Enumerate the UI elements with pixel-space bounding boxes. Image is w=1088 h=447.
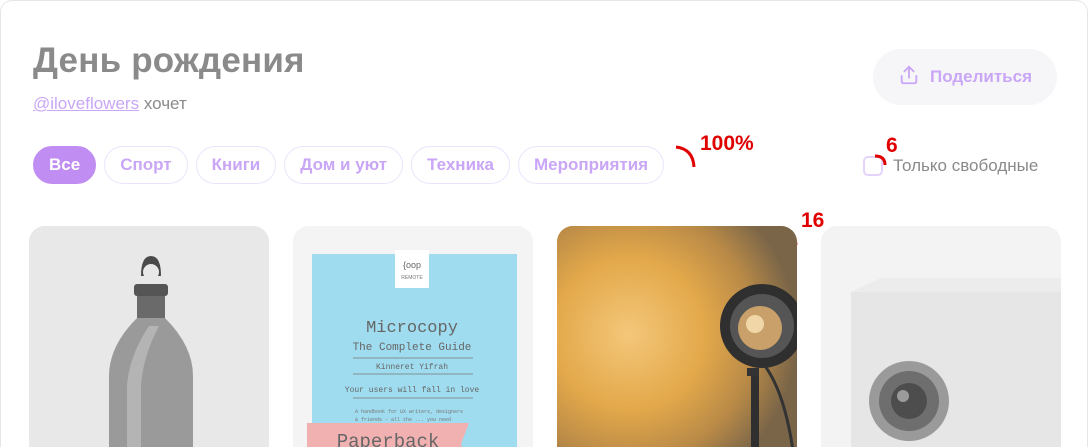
- category-filter-bar: Все Спорт Книги Дом и уют Техника Меропр…: [33, 146, 665, 184]
- wishlist-page: День рождения @iloveflowers хочет Подели…: [0, 0, 1088, 447]
- chip-radius-marker: [675, 145, 696, 168]
- username-link[interactable]: @iloveflowers: [33, 94, 139, 113]
- page-title: День рождения: [33, 41, 305, 80]
- projector-image: [821, 226, 1061, 447]
- product-card-sunset-lamp[interactable]: [557, 226, 797, 447]
- bottle-image: [29, 226, 269, 447]
- book-brand-sub: REMOTE: [401, 275, 423, 281]
- share-label: Поделиться: [929, 67, 1033, 86]
- chip-events[interactable]: Мероприятия: [517, 146, 665, 184]
- product-card-projector[interactable]: [821, 226, 1061, 447]
- sunset-lamp-image: [557, 226, 797, 447]
- share-icon: [898, 64, 920, 91]
- book-tagline: Your users will fall in love: [345, 386, 480, 395]
- book-brand: {oop: [403, 260, 421, 270]
- only-free-filter[interactable]: Только свободные: [863, 156, 1038, 176]
- book-ribbon: Paperback: [337, 431, 440, 447]
- checkbox-radius-annotation: 6: [886, 134, 898, 157]
- book-line-a: A handbook for UX writers, designers: [355, 409, 463, 415]
- chip-tech[interactable]: Техника: [411, 146, 510, 184]
- only-free-label: Только свободные: [893, 156, 1039, 175]
- book-line-b: & friends - all the ... you need: [355, 417, 451, 423]
- chip-books[interactable]: Книги: [195, 146, 277, 184]
- chip-all[interactable]: Все: [33, 146, 97, 184]
- subtitle: @iloveflowers хочет: [33, 94, 187, 114]
- chip-home[interactable]: Дом и уют: [284, 146, 404, 184]
- chip-radius-annotation: 100%: [700, 132, 754, 155]
- share-button[interactable]: Поделиться: [873, 49, 1057, 105]
- product-card-bottle[interactable]: [29, 226, 269, 447]
- wants-text: хочет: [143, 94, 187, 113]
- book-cover-image: {oop REMOTE Microcopy The Complete Guide…: [293, 226, 533, 447]
- book-author: Kinneret Yifrah: [376, 363, 448, 372]
- chip-sport[interactable]: Спорт: [104, 146, 188, 184]
- book-subtitle: The Complete Guide: [353, 342, 472, 354]
- product-card-book[interactable]: {oop REMOTE Microcopy The Complete Guide…: [293, 226, 533, 447]
- book-title: Microcopy: [366, 319, 458, 338]
